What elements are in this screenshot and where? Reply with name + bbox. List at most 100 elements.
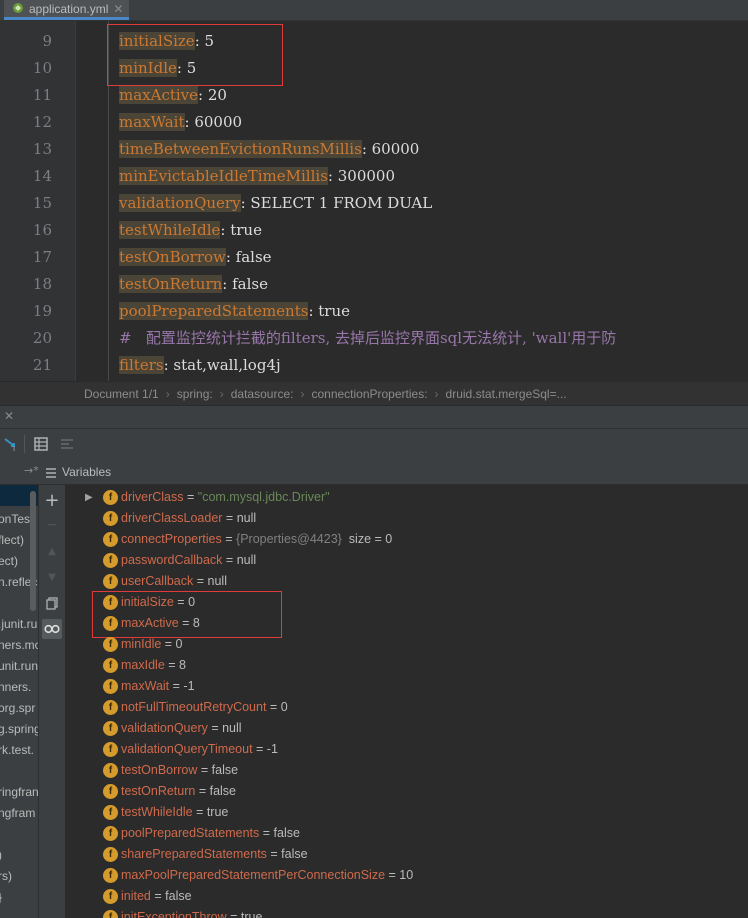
variable-value: {Properties@4423} <box>236 532 342 546</box>
variable-value: 8 <box>179 658 186 672</box>
stack-frame[interactable]: flect) <box>0 530 24 551</box>
code-line[interactable]: 16 testWhileIdle: true <box>0 217 748 244</box>
variable-extra: size = 0 <box>341 532 393 546</box>
equals-sign: = <box>193 574 208 588</box>
tab-label: application.yml <box>29 1 109 16</box>
stack-frame[interactable]: unit.run <box>0 656 38 677</box>
field-icon: f <box>103 742 118 757</box>
variable-text: maxWait = -1 <box>121 676 195 697</box>
variable-name: notFullTimeoutRetryCount <box>121 700 267 714</box>
line-number: 20 <box>32 329 52 347</box>
variable-name: testOnReturn <box>121 784 196 798</box>
line-number: 15 <box>32 194 52 212</box>
stack-frame[interactable]: org.spr <box>0 698 35 719</box>
expand-arrow-icon[interactable]: ▶ <box>85 487 93 508</box>
stack-frame[interactable]: ners.mo <box>0 635 38 656</box>
variable-value: false <box>273 826 300 840</box>
code-line[interactable]: 19 poolPreparedStatements: true <box>0 298 748 325</box>
stack-frame[interactable]: onTest <box>0 509 33 530</box>
equals-sign: = <box>222 511 237 525</box>
stack-frame[interactable]: ) <box>0 845 2 866</box>
debug-toolbar: I <box>0 428 748 460</box>
variable-text: inited = false <box>121 886 192 907</box>
line-number: 18 <box>32 275 52 293</box>
code-line[interactable]: 18 testOnReturn: false <box>0 271 748 298</box>
breadcrumb-datasource[interactable]: datasource: <box>231 387 294 401</box>
field-icon: f <box>103 658 118 673</box>
variables-tree[interactable]: ▶ f driverClass = "com.mysql.jdbc.Driver" f… <box>65 485 748 918</box>
breadcrumb-separator-icon: › <box>165 387 170 401</box>
yaml-key: maxWait <box>119 113 185 131</box>
show-watches-icon[interactable] <box>42 619 62 639</box>
equals-sign: = <box>161 637 176 651</box>
move-down-icon[interactable]: ▼ <box>42 567 62 587</box>
field-icon: f <box>103 721 118 736</box>
copy-icon[interactable] <box>42 593 62 613</box>
stack-frame[interactable]: ngfram <box>0 803 35 824</box>
variable-text: notFullTimeoutRetryCount = 0 <box>121 697 288 718</box>
restore-layout-icon[interactable]: →* <box>24 464 39 477</box>
frames-list[interactable]: onTestflect)ect)n.reflec.junit.runers.mo… <box>0 485 38 918</box>
trace-icon[interactable] <box>58 435 76 453</box>
code-content: poolPreparedStatements: true <box>119 298 350 325</box>
evaluate-table-icon[interactable] <box>32 435 50 453</box>
code-line[interactable]: 11 maxActive: 20 <box>0 82 748 109</box>
breadcrumb-document[interactable]: Document 1/1 <box>84 387 159 401</box>
field-icon: f <box>103 532 118 547</box>
step-into-icon[interactable]: I <box>2 435 20 453</box>
variable-name: initialSize <box>121 595 174 609</box>
code-content: validationQuery: SELECT 1 FROM DUAL <box>119 190 432 217</box>
variable-value: null <box>222 721 242 735</box>
toolbar-separator <box>24 435 25 453</box>
add-watch-icon[interactable]: + <box>42 490 62 511</box>
field-icon: f <box>103 700 118 715</box>
equals-sign: = <box>266 847 282 861</box>
field-icon: f <box>103 679 118 694</box>
variable-name: validationQueryTimeout <box>121 742 253 756</box>
code-line[interactable]: 14 minEvictableIdleTimeMillis: 300000 <box>0 163 748 190</box>
close-tab-icon[interactable]: ✕ <box>113 2 123 16</box>
stack-frame[interactable]: g.spring <box>0 719 38 740</box>
stack-frame[interactable]: ringfran <box>0 782 38 803</box>
variable-text: connectProperties = {Properties@4423} si… <box>121 529 392 550</box>
tab-application-yml[interactable]: application.yml ✕ <box>4 0 130 20</box>
variable-value: true <box>240 910 263 918</box>
close-panel-icon[interactable]: ✕ <box>4 409 14 423</box>
code-line[interactable]: 21 filters: stat,wall,log4j <box>0 352 748 379</box>
breadcrumb-merge-sql[interactable]: druid.stat.mergeSql=... <box>446 387 567 401</box>
variable-text: initialSize = 0 <box>121 592 195 613</box>
stack-frame[interactable]: .junit.ru <box>0 614 37 635</box>
variable-value: null <box>236 511 257 525</box>
yaml-key: timeBetweenEvictionRunsMillis <box>119 140 362 158</box>
variable-name: poolPreparedStatements <box>121 826 260 840</box>
variable-text: testWhileIdle = true <box>121 802 228 823</box>
variable-value: 0 <box>188 595 196 609</box>
yaml-key: testOnBorrow <box>119 248 226 266</box>
code-line[interactable]: 13 timeBetweenEvictionRunsMillis: 60000 <box>0 136 748 163</box>
breadcrumb-spring[interactable]: spring: <box>177 387 213 401</box>
stack-frame[interactable]: } <box>0 887 2 908</box>
breadcrumb-connection-properties[interactable]: connectionProperties: <box>311 387 427 401</box>
code-line[interactable]: 20 # 配置监控统计拦截的filters, 去掉后监控界面sql无法统计, 'w… <box>0 325 748 352</box>
code-editor[interactable]: 9 initialSize: 5 10 minIdle: 5 11 maxActive: … <box>0 21 748 381</box>
remove-watch-icon[interactable]: − <box>42 515 62 535</box>
code-line[interactable]: 15 validationQuery: SELECT 1 FROM DUAL <box>0 190 748 217</box>
yaml-key: maxActive <box>119 86 199 104</box>
yaml-value: : false <box>225 248 272 266</box>
field-icon: f <box>103 805 118 820</box>
field-icon: f <box>103 574 118 589</box>
code-line[interactable]: 12 maxWait: 60000 <box>0 109 748 136</box>
stack-frame[interactable]: ect) <box>0 551 18 572</box>
field-icon: f <box>103 868 118 883</box>
code-content: filters: stat,wall,log4j <box>119 352 281 379</box>
stack-frame[interactable]: nners. <box>0 677 31 698</box>
frames-scrollbar[interactable] <box>30 491 36 611</box>
yaml-value: : 60000 <box>184 113 243 131</box>
code-line[interactable]: 17 testOnBorrow: false <box>0 244 748 271</box>
move-up-icon[interactable]: ▲ <box>42 541 62 561</box>
code-content: testOnBorrow: false <box>119 244 272 271</box>
stack-frame[interactable]: rs) <box>0 866 12 887</box>
variable-value: false <box>209 784 236 798</box>
equals-sign: = <box>266 700 281 714</box>
stack-frame[interactable]: rk.test. <box>0 740 34 761</box>
